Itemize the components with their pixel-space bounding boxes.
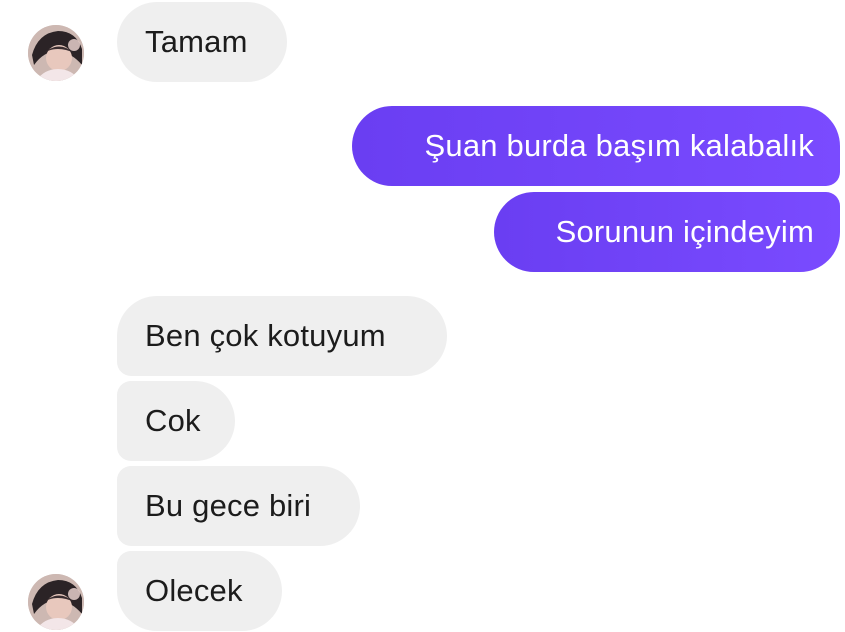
message-text: Sorunun içindeyim [555, 214, 814, 249]
message-text: Şuan burda başım kalabalık [424, 128, 814, 163]
message-text: Bu gece biri [145, 488, 312, 523]
incoming-message-bubble[interactable]: Olecek [117, 551, 282, 631]
incoming-message-bubble[interactable]: Cok [117, 381, 235, 461]
outgoing-message-bubble[interactable]: Şuan burda başım kalabalık [352, 106, 840, 186]
message-text: Cok [145, 403, 201, 438]
incoming-message-bubble[interactable]: Bu gece biri [117, 466, 360, 546]
chat-thread: Tamam Şuan burda başım kalabalık Sorunun… [0, 0, 845, 632]
message-text: Tamam [145, 24, 248, 59]
contact-avatar-icon[interactable] [28, 574, 84, 630]
incoming-message-bubble[interactable]: Ben çok kotuyum [117, 296, 447, 376]
incoming-message-bubble[interactable]: Tamam [117, 2, 287, 82]
outgoing-message-bubble[interactable]: Sorunun içindeyim [494, 192, 840, 272]
message-text: Ben çok kotuyum [145, 318, 386, 353]
contact-avatar-icon[interactable] [28, 25, 84, 81]
message-text: Olecek [145, 573, 243, 608]
